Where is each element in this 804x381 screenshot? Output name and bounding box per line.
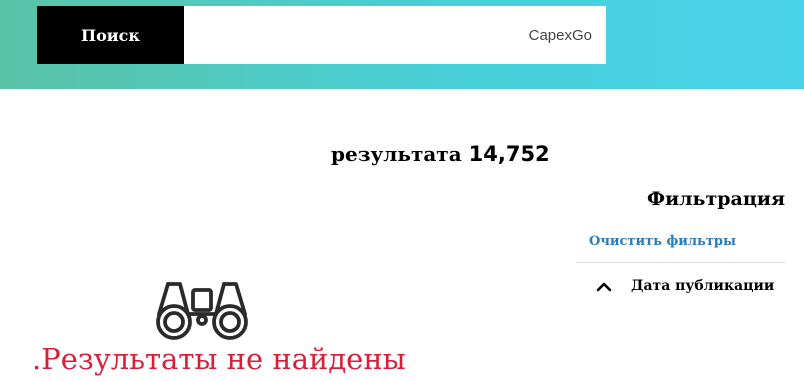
facet-publication-date[interactable]: Дата публикации xyxy=(595,272,785,300)
chevron-up-icon xyxy=(595,280,613,292)
results-number: 14,752 xyxy=(468,142,550,166)
search-input[interactable] xyxy=(184,6,606,64)
filters-title: Фильтрация xyxy=(647,188,785,210)
binoculars-icon xyxy=(156,276,248,347)
filters-divider xyxy=(577,262,785,263)
search-button[interactable]: Поиск xyxy=(37,6,184,64)
clear-filters-link[interactable]: Очистить фильтры xyxy=(589,234,736,249)
no-results-message: .Результаты не найдены xyxy=(32,342,406,376)
facet-label: Дата публикации xyxy=(631,278,775,294)
header-bar: Поиск xyxy=(0,0,804,89)
results-count: результата 14,752 xyxy=(331,142,550,166)
results-label: результата xyxy=(331,142,462,166)
